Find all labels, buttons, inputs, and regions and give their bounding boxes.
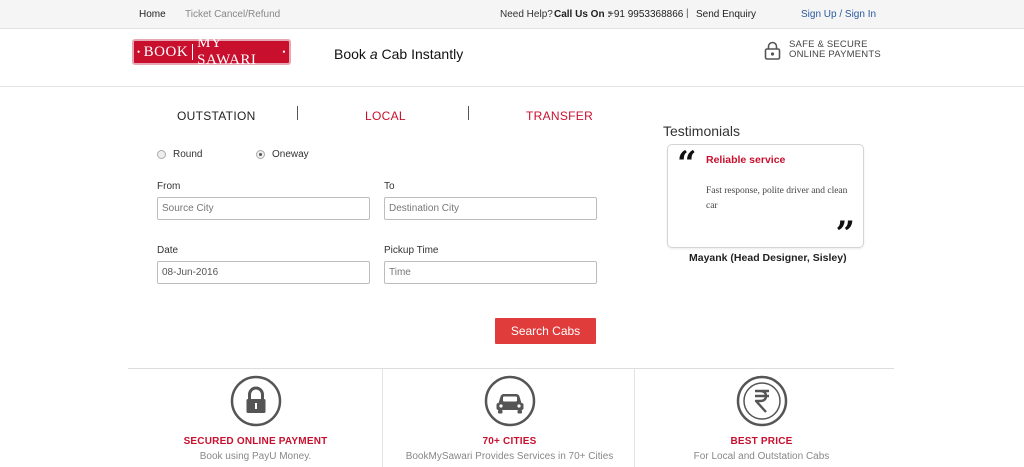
phone-number: +91 9953368866 (608, 9, 684, 20)
need-help-text: Need Help? (500, 9, 553, 20)
feature-subtitle: Book using PayU Money. (199, 451, 312, 462)
feature-title: 70+ CITIES (482, 436, 537, 447)
tab-local[interactable]: LOCAL (365, 109, 406, 123)
rupee-icon (736, 375, 787, 427)
feature-subtitle: BookMySawari Provides Services in 70+ Ci… (405, 451, 614, 462)
padlock-icon (764, 41, 781, 60)
from-label: From (157, 181, 181, 192)
feature-title: BEST PRICE (730, 436, 793, 447)
header: • BOOK MY SAWARI • Book a Cab Instantly … (0, 29, 1024, 87)
feature-cities: 70+ CITIES BookMySawari Provides Service… (382, 375, 637, 462)
lock-icon (230, 375, 281, 427)
tab-divider (297, 106, 298, 120)
testimonial-text: Fast response, polite driver and clean c… (706, 186, 848, 211)
home-link[interactable]: Home (139, 9, 166, 20)
feature-subtitle: For Local and Outstation Cabs (693, 451, 830, 462)
to-label: To (384, 181, 395, 192)
logo-text-mysawari: MY SAWARI (197, 35, 257, 68)
quote-close-icon: ” (835, 214, 855, 254)
tab-divider (468, 106, 469, 120)
date-label: Date (157, 245, 179, 256)
date-input[interactable] (157, 261, 370, 284)
testimonial-author: Mayank (Head Designer, Sisley) (689, 252, 847, 264)
logo-divider (192, 44, 194, 60)
destination-city-input[interactable] (384, 197, 597, 220)
feature-title: SECURED ONLINE PAYMENT (183, 436, 328, 447)
testimonial-card: “ Reliable service Fast response, polite… (667, 144, 864, 254)
logo-dot-icon: • (282, 47, 286, 57)
pickup-time-input[interactable] (384, 261, 597, 284)
quote-open-icon: “ (677, 144, 697, 184)
secure-payments-text: SAFE & SECURE ONLINE PAYMENTS (789, 39, 881, 60)
topbar-separator: | (686, 8, 689, 19)
radio-round-circle[interactable] (157, 150, 166, 159)
car-icon (484, 375, 535, 427)
logo[interactable]: • BOOK MY SAWARI • (132, 35, 291, 68)
tab-transfer[interactable]: TRANSFER (526, 109, 593, 123)
feature-secured-payment: SECURED ONLINE PAYMENT Book using PayU M… (128, 375, 383, 462)
testimonials-title: Testimonials (663, 123, 741, 139)
logo-text-book: BOOK (143, 43, 189, 60)
logo-dot-icon: • (137, 47, 141, 57)
send-enquiry-link[interactable]: Send Enquiry (696, 9, 756, 20)
radio-round-label: Round (173, 149, 203, 160)
top-bar: Home Ticket Cancel/Refund Need Help? Cal… (0, 0, 1024, 29)
source-city-input[interactable] (157, 197, 370, 220)
signin-link[interactable]: Sign Up / Sign In (801, 9, 876, 20)
testimonial-heading: Reliable service (706, 154, 786, 166)
tab-outstation[interactable]: OUTSTATION (177, 109, 256, 123)
call-us-label: Call Us On : (554, 9, 611, 20)
radio-oneway[interactable]: Oneway (256, 149, 309, 160)
features-divider (128, 368, 894, 369)
tagline: Book a Cab Instantly (334, 46, 464, 62)
pickup-time-label: Pickup Time (384, 245, 439, 256)
radio-round[interactable]: Round (157, 149, 202, 160)
radio-oneway-circle[interactable] (256, 150, 265, 159)
radio-oneway-label: Oneway (272, 149, 309, 160)
feature-best-price: BEST PRICE For Local and Outstation Cabs (634, 375, 889, 462)
search-cabs-button[interactable]: Search Cabs (495, 318, 596, 344)
ticket-cancel-link[interactable]: Ticket Cancel/Refund (185, 9, 280, 20)
